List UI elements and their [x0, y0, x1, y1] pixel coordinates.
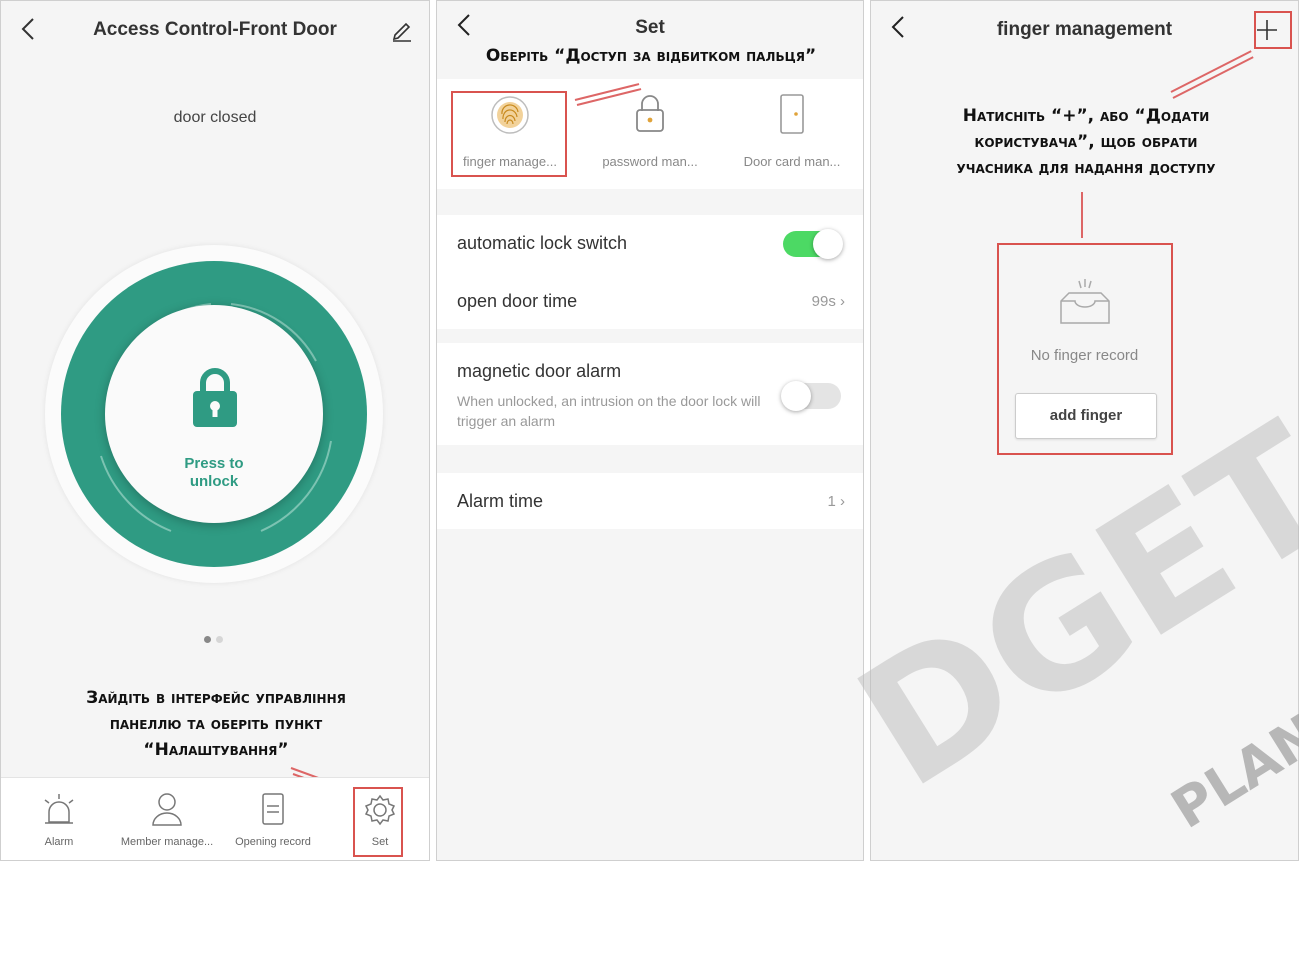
unlock-label: Press to unlock [184, 455, 244, 490]
magnetic-alarm-toggle[interactable] [781, 381, 841, 411]
tab-alarm[interactable]: Alarm [9, 778, 109, 860]
door-status-text: door closed [173, 109, 257, 126]
annotation-arrow [1081, 192, 1083, 238]
lock-icon [191, 365, 239, 434]
magnetic-alarm-label: magnetic door alarm [457, 361, 622, 381]
empty-tray-icon [1055, 279, 1115, 329]
instruction-annotation: Оберіть “Доступ за відбитком пальця” [485, 46, 817, 66]
password-management-option[interactable]: password man... [585, 79, 715, 189]
page-title: Access Control-Front Door [93, 19, 337, 40]
page-title: finger management [996, 19, 1173, 40]
door-card-management-option[interactable]: Door card man... [727, 79, 857, 189]
tab-member-manage[interactable]: Member manage... [117, 778, 217, 860]
automatic-lock-toggle[interactable] [783, 229, 843, 259]
highlight-box [1254, 11, 1292, 49]
padlock-icon [635, 93, 665, 133]
page-dot-active [204, 636, 211, 643]
alarm-time-group: Alarm time 1 › [437, 473, 863, 529]
instruction-annotation: Натисніть “+”, або “Додати користувача”,… [956, 106, 1216, 178]
magnetic-alarm-description: When unlocked, an intrusion on the door … [457, 393, 761, 429]
record-icon [223, 792, 323, 828]
automatic-lock-row: automatic lock switch [437, 215, 863, 271]
empty-state-message: No finger record [1030, 347, 1139, 364]
page-title: Set [635, 17, 665, 38]
alarm-time-row[interactable]: Alarm time 1 › [437, 473, 863, 529]
page-indicator [204, 630, 228, 648]
chevron-right-icon: › [840, 293, 845, 310]
bottom-tab-bar: Alarm Member manage... Opening record Se… [1, 777, 429, 860]
annotation-arrow [1170, 50, 1252, 93]
highlight-box [353, 787, 403, 857]
member-icon [117, 792, 217, 828]
unlock-button[interactable]: Press to unlock [105, 305, 323, 523]
access-control-screen: Access Control-Front Door door closed Pr… [0, 0, 430, 861]
tab-opening-record[interactable]: Opening record [223, 778, 323, 860]
door-card-icon [779, 93, 805, 135]
lock-settings-group: automatic lock switch open door time 99s… [437, 215, 863, 329]
alarm-icon [9, 792, 109, 828]
page-dot [216, 636, 223, 643]
magnetic-alarm-group: magnetic door alarm When unlocked, an in… [437, 343, 863, 445]
open-door-time-row[interactable]: open door time 99s › [437, 273, 863, 329]
chevron-right-icon: › [840, 493, 845, 510]
annotation-arrow [1172, 56, 1254, 99]
edit-icon[interactable] [391, 19, 413, 43]
settings-screen: Set Оберіть “Доступ за відбитком пальця”… [436, 0, 864, 861]
highlight-box [451, 91, 567, 177]
management-options: finger manage... password man... Door ca… [437, 79, 863, 189]
instruction-annotation: Зайдіть в інтерфейс управління панеллю т… [86, 688, 346, 760]
add-finger-button[interactable]: add finger [1015, 393, 1157, 439]
